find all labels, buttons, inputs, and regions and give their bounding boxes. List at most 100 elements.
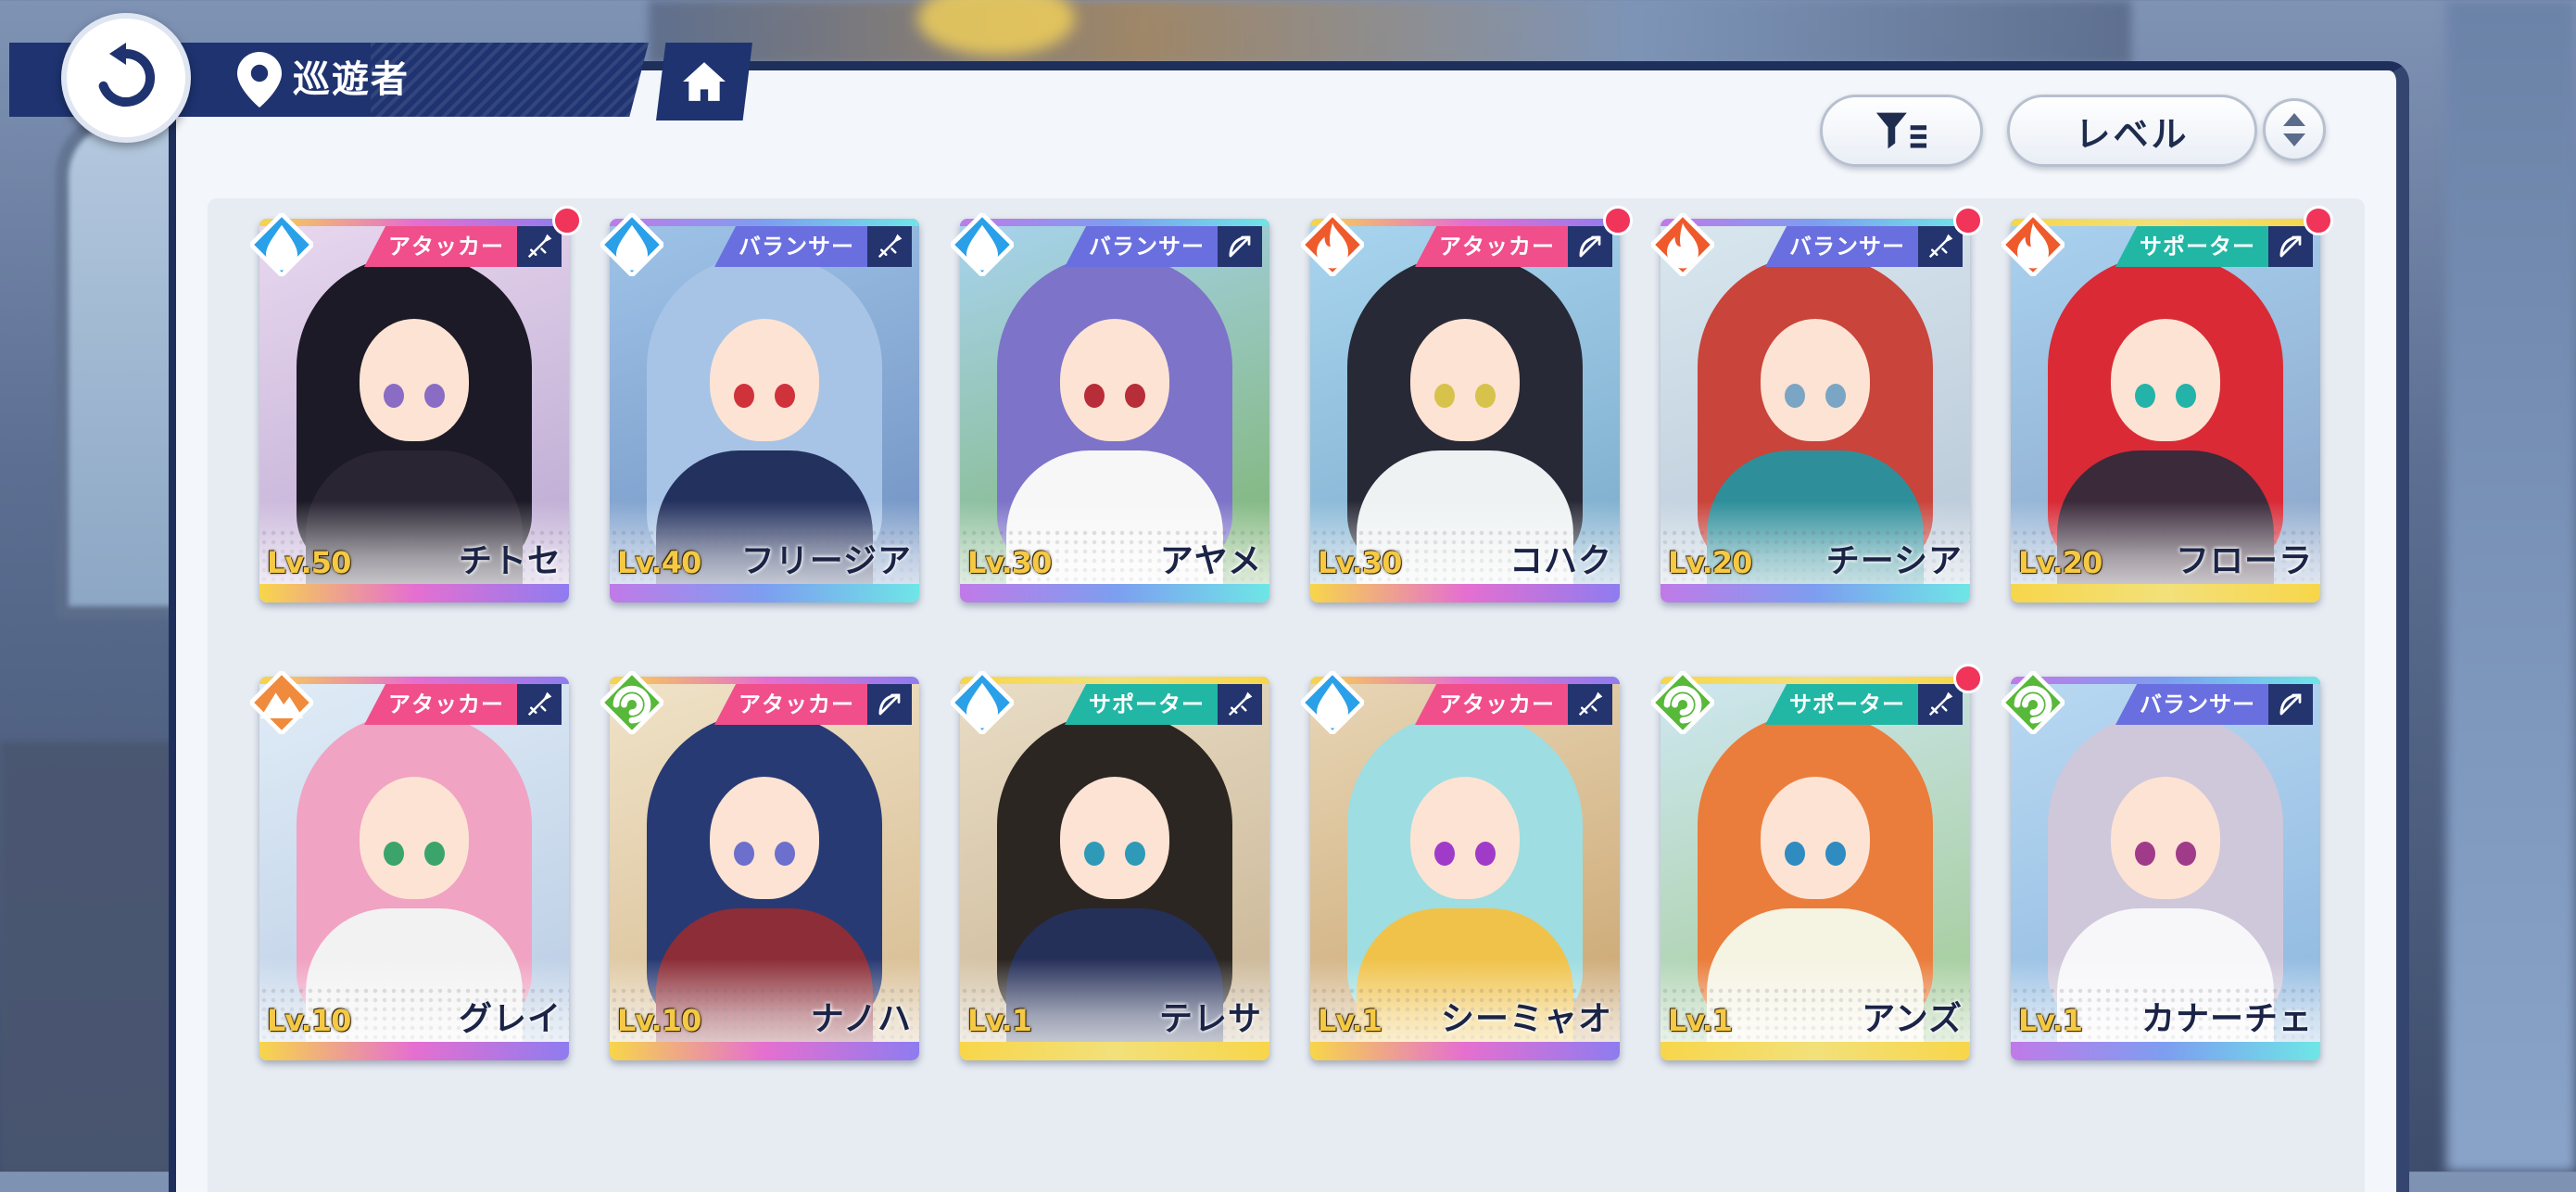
bow-icon xyxy=(1579,235,1601,258)
character-level: Lv.1 xyxy=(2018,1003,2083,1038)
weapon-type xyxy=(517,684,562,725)
portrait-eye xyxy=(1825,384,1846,408)
portrait-face xyxy=(360,319,469,441)
character-level: Lv.1 xyxy=(1668,1003,1733,1038)
role-bar: サポーター xyxy=(1765,684,1963,725)
new-indicator-dot xyxy=(1603,206,1633,235)
weapon-type xyxy=(1918,684,1963,725)
portrait-face xyxy=(710,777,819,899)
character-card[interactable]: Lv.20 チーシア バランサー xyxy=(1651,206,1983,602)
rarity-strip-bottom xyxy=(610,1042,919,1060)
role-badge: サポーター xyxy=(1765,684,1918,725)
background-shelf xyxy=(0,742,185,1172)
back-button[interactable] xyxy=(61,13,191,143)
portrait-eye xyxy=(2176,842,2196,866)
portrait-eye xyxy=(775,842,795,866)
character-level: Lv.40 xyxy=(617,545,701,580)
character-card[interactable]: Lv.30 アヤメ バランサー xyxy=(951,213,1269,602)
sort-arrows-icon xyxy=(2283,113,2305,146)
character-name: コハク xyxy=(1509,542,1612,580)
character-name: シーミャオ xyxy=(1440,1000,1612,1038)
character-card[interactable]: Lv.30 コハク アタッカー xyxy=(1301,206,1633,602)
character-level: Lv.50 xyxy=(267,545,351,580)
character-level: Lv.30 xyxy=(1318,545,1402,580)
sword-icon xyxy=(1578,691,1603,716)
character-card[interactable]: Lv.10 グレイ アタッカー xyxy=(250,671,569,1060)
role-bar: バランサー xyxy=(714,226,912,267)
character-card[interactable]: Lv.40 フリージア バランサー xyxy=(600,213,919,602)
role-badge: アタッカー xyxy=(1415,684,1568,725)
role-bar: アタッカー xyxy=(1415,226,1612,267)
weapon-type xyxy=(2268,226,2313,267)
rarity-strip-bottom xyxy=(2011,584,2320,602)
portrait-face xyxy=(2111,777,2220,899)
character-portrait: Lv.1 シーミャオ xyxy=(1310,677,1620,1060)
portrait-eye xyxy=(424,384,445,408)
portrait-eye xyxy=(424,842,445,866)
water-element-icon xyxy=(951,213,1014,276)
weapon-type xyxy=(1918,226,1963,267)
portrait-eye xyxy=(1125,384,1145,408)
character-name: カナーチェ xyxy=(2140,1000,2313,1038)
character-level: Lv.10 xyxy=(617,1003,701,1038)
sword-icon xyxy=(1228,691,1253,716)
character-card[interactable]: Lv.20 フローラ サポーター xyxy=(2001,206,2333,602)
weapon-type xyxy=(867,684,912,725)
bow-icon xyxy=(1229,235,1251,258)
bow-icon xyxy=(878,693,901,716)
portrait-eye xyxy=(1084,842,1105,866)
portrait-eye xyxy=(1084,384,1105,408)
role-bar: バランサー xyxy=(1765,226,1963,267)
role-badge: バランサー xyxy=(1765,226,1918,267)
character-card[interactable]: Lv.1 シーミャオ アタッカー xyxy=(1301,671,1620,1060)
fire-element-icon xyxy=(1651,213,1714,276)
background-right xyxy=(2446,0,2576,1172)
home-icon xyxy=(683,62,726,101)
character-card[interactable]: Lv.10 ナノハ アタッカー xyxy=(600,671,919,1060)
weapon-type xyxy=(867,226,912,267)
sword-icon xyxy=(1928,691,1953,716)
character-card[interactable]: Lv.1 テレサ サポーター xyxy=(951,671,1269,1060)
character-card[interactable]: Lv.1 カナーチェ バランサー xyxy=(2001,671,2320,1060)
rarity-strip-bottom xyxy=(1310,584,1620,602)
role-badge: バランサー xyxy=(2115,684,2268,725)
portrait-face xyxy=(710,319,819,441)
sword-icon xyxy=(1928,234,1953,259)
portrait-face xyxy=(1060,319,1169,441)
character-level: Lv.20 xyxy=(2018,545,2102,580)
new-indicator-dot xyxy=(552,206,582,235)
character-level: Lv.1 xyxy=(1318,1003,1383,1038)
water-element-icon xyxy=(1301,671,1364,734)
filter-button[interactable] xyxy=(1820,95,1983,167)
portrait-face xyxy=(1410,777,1520,899)
character-portrait: Lv.10 ナノハ xyxy=(610,677,919,1060)
character-name: ナノハ xyxy=(810,1000,912,1038)
character-card[interactable]: Lv.50 チトセ アタッカー xyxy=(250,206,582,602)
weapon-type xyxy=(1218,684,1262,725)
role-badge: サポーター xyxy=(1065,684,1218,725)
rarity-strip-bottom xyxy=(2011,1042,2320,1060)
role-badge: バランサー xyxy=(714,226,867,267)
character-card[interactable]: Lv.1 アンズ サポーター xyxy=(1651,664,1983,1060)
portrait-face xyxy=(1761,319,1870,441)
sort-select[interactable]: レベル xyxy=(2007,95,2257,167)
portrait-eye xyxy=(1785,384,1805,408)
home-button[interactable] xyxy=(656,43,752,120)
character-portrait: Lv.1 テレサ xyxy=(960,677,1269,1060)
role-bar: サポーター xyxy=(2115,226,2313,267)
location-pin-icon xyxy=(237,52,282,108)
character-portrait: Lv.30 コハク xyxy=(1310,219,1620,602)
role-badge: サポーター xyxy=(2115,226,2268,267)
new-indicator-dot xyxy=(1953,206,1983,235)
character-name: グレイ xyxy=(458,1000,562,1038)
portrait-face xyxy=(360,777,469,899)
portrait-face xyxy=(1761,777,1870,899)
weapon-type xyxy=(517,226,562,267)
back-arrow-icon xyxy=(98,43,156,107)
character-portrait: Lv.30 アヤメ xyxy=(960,219,1269,602)
portrait-face xyxy=(2111,319,2220,441)
character-portrait: Lv.20 フローラ xyxy=(2011,219,2320,602)
sort-order-toggle[interactable] xyxy=(2263,98,2326,161)
portrait-eye xyxy=(734,842,754,866)
weapon-type xyxy=(1568,684,1612,725)
